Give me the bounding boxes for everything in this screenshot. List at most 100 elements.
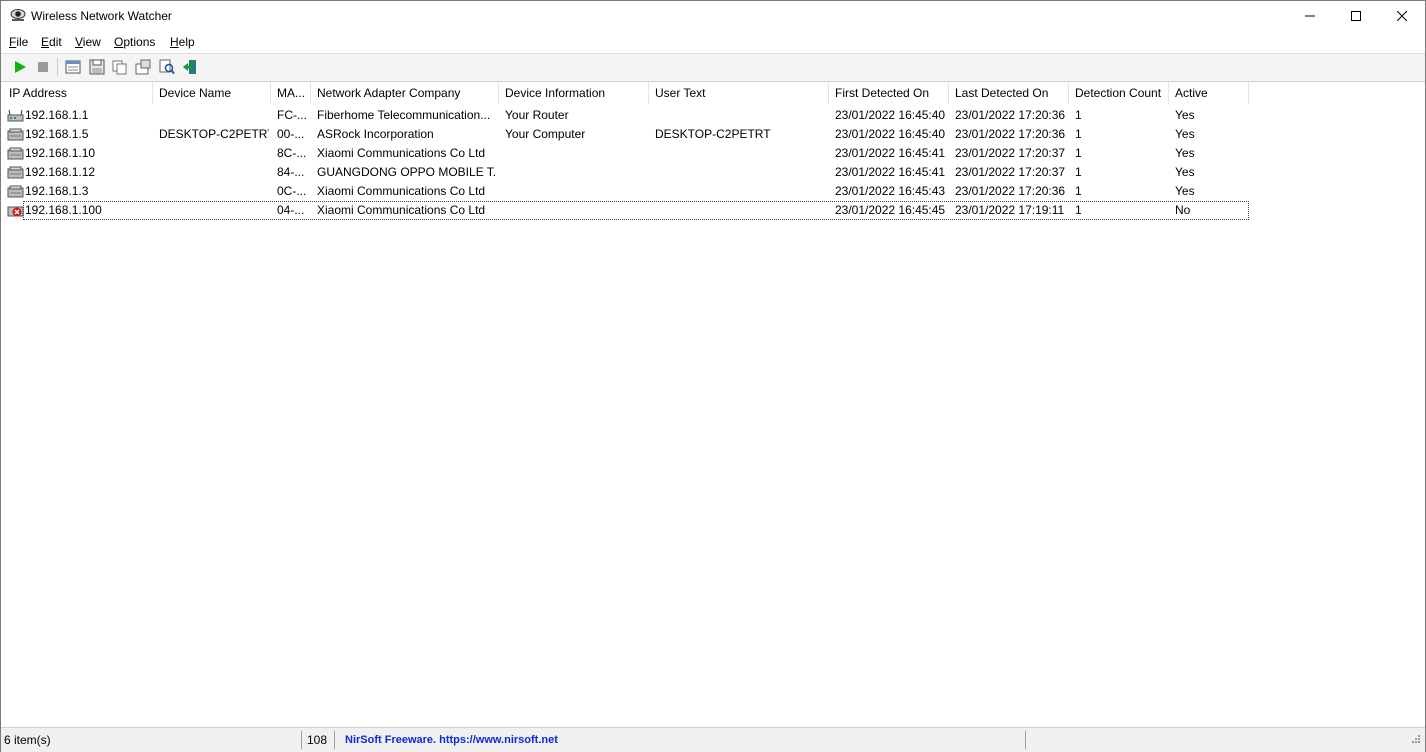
resize-grip-icon[interactable]	[1411, 734, 1421, 746]
router-icon	[7, 109, 24, 122]
cell-user-text	[655, 106, 825, 125]
cell-network-adapter-company: Fiberhome Telecommunication...	[317, 108, 491, 122]
find-icon	[159, 59, 175, 75]
cell-device-name	[159, 201, 269, 220]
cell-ip-address: 192.168.1.12	[25, 165, 96, 179]
cell-detection-count: 1	[1075, 184, 1082, 198]
cell-active: Yes	[1175, 146, 1195, 160]
nirsoft-link[interactable]: NirSoft Freeware. https://www.nirsoft.ne…	[345, 728, 558, 752]
cell-last-detected-on: 23/01/2022 17:20:37	[955, 165, 1066, 179]
cell-detection-count: 1	[1075, 108, 1082, 122]
menu-bar: File Edit View Options Help	[1, 32, 1425, 52]
cell-device-information: Your Computer	[505, 127, 586, 141]
eye-icon	[10, 8, 26, 22]
cell-network-adapter-company: Xiaomi Communications Co Ltd	[317, 184, 486, 198]
cell-first-detected-on: 23/01/2022 16:45:45	[835, 203, 946, 217]
properties-button[interactable]	[134, 58, 152, 76]
inactive-device-icon	[7, 204, 24, 217]
start-scan-button[interactable]	[11, 58, 29, 76]
table-row[interactable]: 192.168.1.3 0C-... Xiaomi Communications C…	[3, 182, 1249, 201]
cell-last-detected-on: 23/01/2022 17:19:11	[955, 203, 1065, 217]
cell-mac-address: 04-...	[277, 203, 305, 217]
app-window: Wireless Network Watcher File Edit View …	[0, 0, 1426, 752]
table-row[interactable]: 192.168.1.5 DESKTOP-C2PETRT 00-... ASRock I…	[3, 125, 1249, 144]
cell-detection-count: 1	[1075, 165, 1082, 179]
maximize-button[interactable]	[1333, 1, 1379, 31]
html-report-icon	[65, 60, 81, 74]
device-icon	[7, 185, 24, 198]
cell-active: Yes	[1175, 165, 1195, 179]
column-header-device-information[interactable]: Device Information	[499, 82, 649, 104]
cell-user-text	[655, 144, 825, 163]
table-row[interactable]: 192.168.1.100 04-... Xiaomi Communications…	[3, 201, 1249, 220]
device-icon	[7, 166, 24, 179]
maximize-icon	[1351, 11, 1361, 21]
menu-edit[interactable]: Edit	[41, 35, 62, 49]
minimize-button[interactable]	[1287, 1, 1333, 31]
device-list[interactable]: IP Address Device Name MA... Network Ada…	[3, 82, 1423, 726]
copy-button[interactable]	[111, 58, 129, 76]
cell-last-detected-on: 23/01/2022 17:20:36	[955, 184, 1066, 198]
cell-device-information	[505, 163, 645, 182]
exit-icon	[183, 60, 196, 74]
cell-device-information	[505, 201, 645, 220]
cell-device-information	[505, 182, 645, 201]
cell-ip-address: 192.168.1.100	[25, 203, 102, 217]
cell-network-adapter-company: Xiaomi Communications Co Ltd	[317, 203, 486, 217]
column-header-network-adapter-company[interactable]: Network Adapter Company	[311, 82, 499, 104]
stop-scan-button[interactable]	[34, 58, 52, 76]
status-number: 108	[307, 733, 328, 747]
cell-user-text	[655, 201, 825, 220]
close-button[interactable]	[1379, 1, 1425, 31]
find-button[interactable]	[158, 58, 176, 76]
toolbar-separator	[57, 58, 58, 76]
menu-help[interactable]: Help	[170, 35, 195, 49]
column-header-detection-count[interactable]: Detection Count	[1069, 82, 1169, 104]
status-item-count: 6 item(s)	[4, 733, 51, 747]
table-row[interactable]: 192.168.1.10 8C-... Xiaomi Communications …	[3, 144, 1249, 163]
cell-first-detected-on: 23/01/2022 16:45:43	[835, 184, 946, 198]
cell-user-text: DESKTOP-C2PETRT	[655, 127, 771, 141]
cell-mac-address: 00-...	[277, 127, 305, 141]
cell-device-information	[505, 144, 645, 163]
table-row[interactable]: 192.168.1.12 84-... GUANGDONG OPPO MOBILE …	[3, 163, 1249, 182]
computer-icon	[7, 128, 24, 141]
status-divider	[1025, 731, 1026, 749]
cell-mac-address: 8C-...	[277, 146, 307, 160]
column-header-active[interactable]: Active	[1169, 82, 1249, 104]
status-bar: 6 item(s) 108 NirSoft Freeware. https://…	[1, 727, 1425, 752]
cell-first-detected-on: 23/01/2022 16:45:41	[835, 146, 946, 160]
cell-mac-address: FC-...	[277, 108, 307, 122]
cell-first-detected-on: 23/01/2022 16:45:41	[835, 165, 946, 179]
menu-view[interactable]: View	[75, 35, 101, 49]
device-icon	[7, 147, 24, 160]
html-report-button[interactable]	[64, 58, 82, 76]
cell-last-detected-on: 23/01/2022 17:20:37	[955, 146, 1066, 160]
save-button[interactable]	[88, 58, 106, 76]
play-icon	[15, 61, 26, 73]
column-header-user-text[interactable]: User Text	[649, 82, 829, 104]
column-header-last-detected-on[interactable]: Last Detected On	[949, 82, 1069, 104]
cell-device-name	[159, 182, 269, 201]
column-header-device-name[interactable]: Device Name	[153, 82, 271, 104]
stop-icon	[38, 62, 48, 72]
cell-mac-address: 84-...	[277, 165, 305, 179]
cell-network-adapter-company: GUANGDONG OPPO MOBILE T...	[317, 165, 497, 179]
properties-icon	[135, 59, 151, 75]
exit-button[interactable]	[181, 58, 199, 76]
cell-active: Yes	[1175, 184, 1195, 198]
cell-device-name	[159, 163, 269, 182]
menu-options[interactable]: Options	[114, 35, 155, 49]
minimize-icon	[1305, 15, 1315, 17]
cell-detection-count: 1	[1075, 127, 1082, 141]
cell-device-name: DESKTOP-C2PETRT	[159, 127, 269, 141]
cell-device-name	[159, 106, 269, 125]
title-bar[interactable]: Wireless Network Watcher	[1, 1, 1425, 31]
column-header-ip-address[interactable]: IP Address	[3, 82, 153, 104]
column-header-first-detected-on[interactable]: First Detected On	[829, 82, 949, 104]
cell-first-detected-on: 23/01/2022 16:45:40	[835, 108, 946, 122]
table-row[interactable]: 192.168.1.1 FC-... Fiberhome Telecommunica…	[3, 106, 1249, 125]
menu-file[interactable]: File	[9, 35, 28, 49]
toolbar	[1, 53, 1425, 82]
column-header-mac-address[interactable]: MA...	[271, 82, 311, 104]
